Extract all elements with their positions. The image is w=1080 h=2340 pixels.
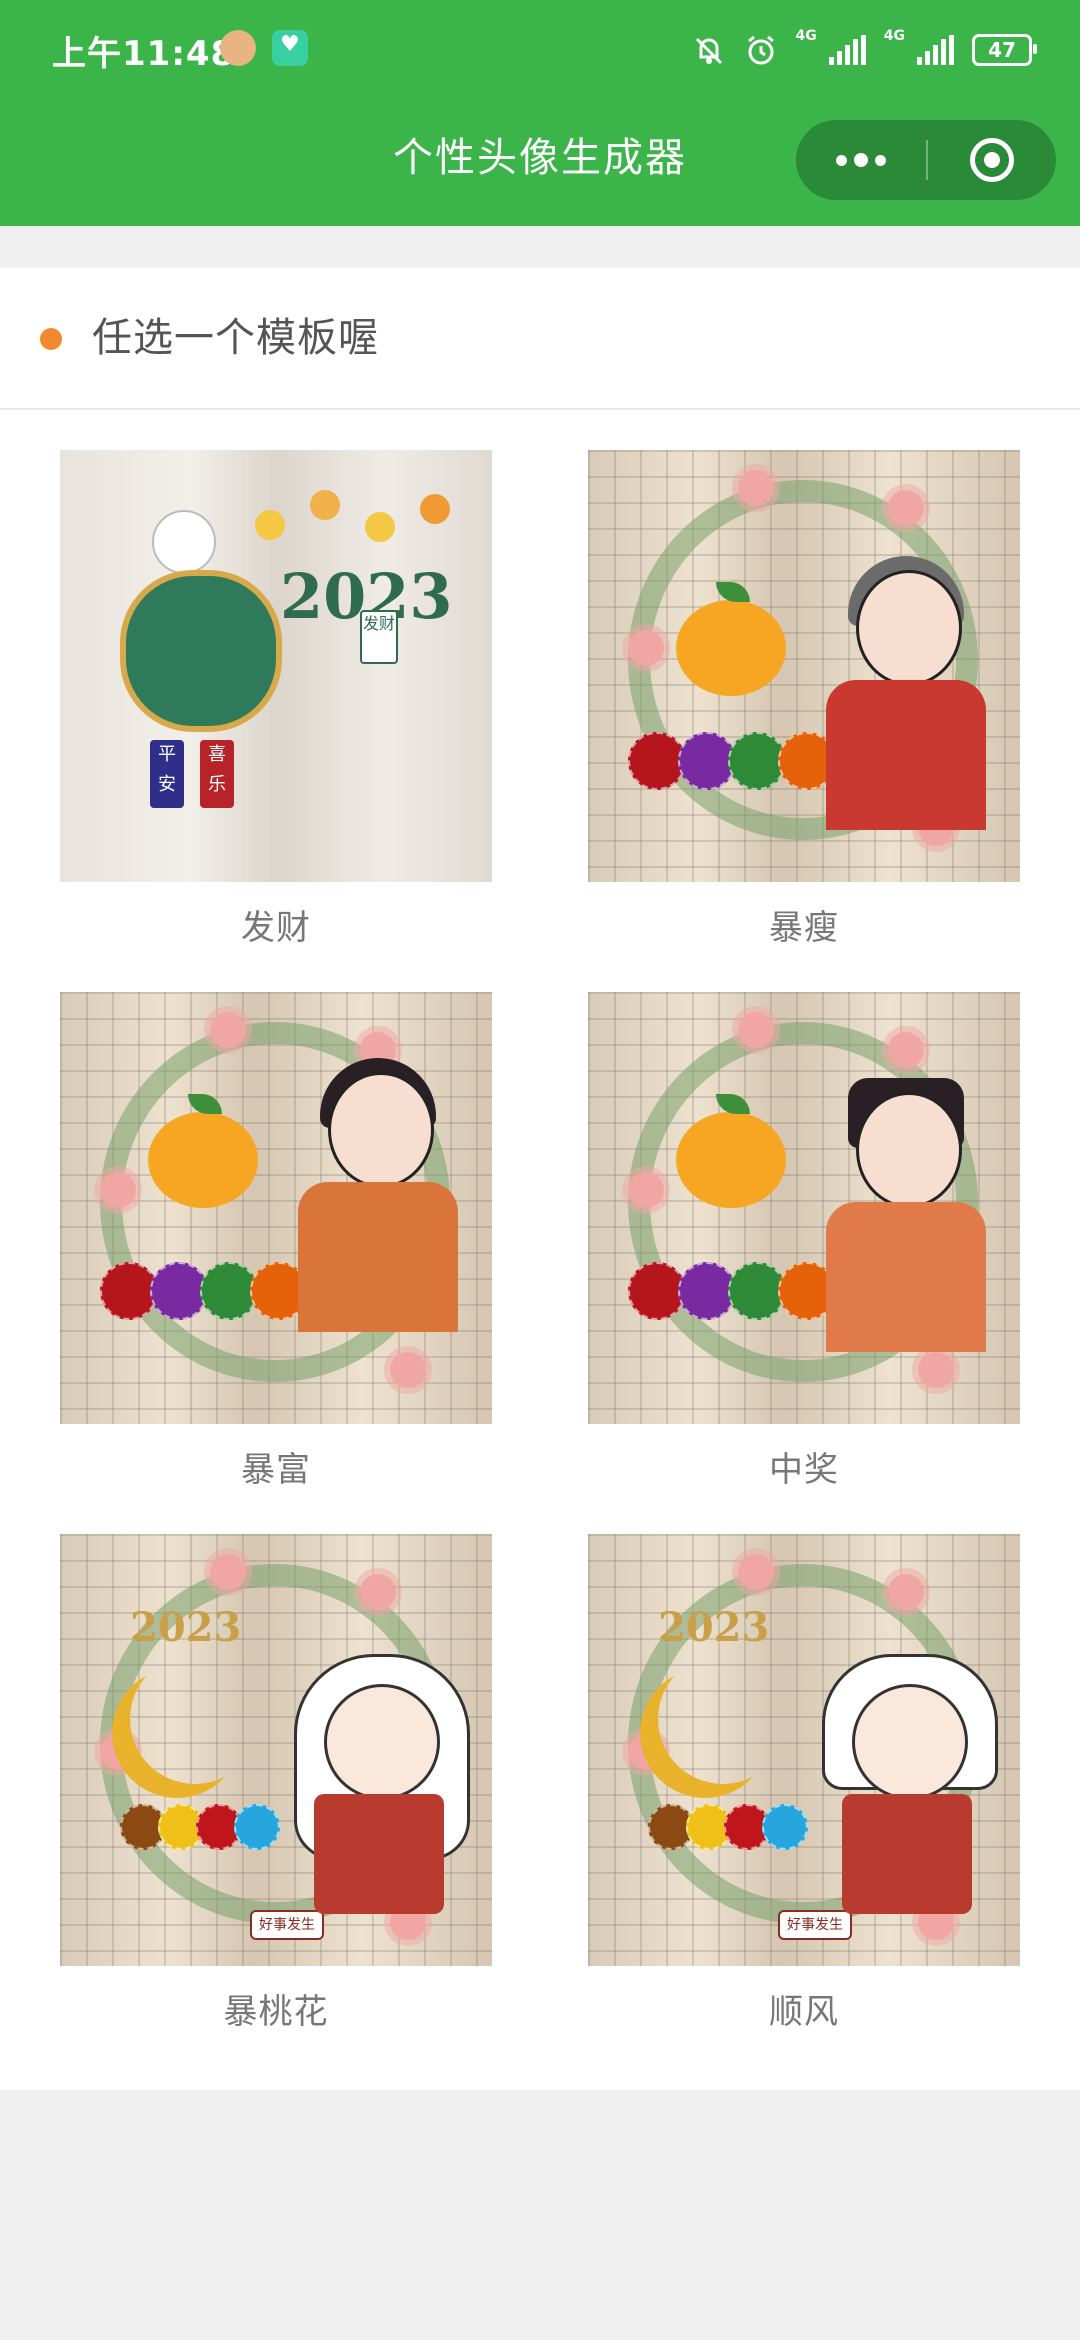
more-dots-icon[interactable]: [796, 120, 926, 200]
network-type-label-2: 4G: [883, 28, 905, 44]
template-thumbnail[interactable]: 2023 平安 喜乐 发财: [60, 450, 492, 882]
template-label: 顺风: [769, 1992, 839, 2032]
tag-xile: 喜乐: [200, 740, 234, 808]
color-balls: [120, 1804, 280, 1850]
status-time: 上午11:48: [52, 34, 236, 74]
badge-haoshi: 好事发生: [250, 1910, 324, 1940]
status-icons: 4G 4G 47: [692, 26, 1037, 74]
close-target-icon[interactable]: [928, 120, 1056, 200]
template-thumbnail[interactable]: [60, 992, 492, 1424]
network-type-label: 4G: [795, 28, 817, 44]
template-thumbnail[interactable]: 2023 好事发生: [60, 1534, 492, 1966]
moon-icon: [658, 1654, 788, 1784]
character-illustration: [274, 1644, 474, 1934]
template-thumbnail[interactable]: 2023 好事发生: [588, 1534, 1020, 1966]
template-item-shunfeng[interactable]: 2023 好事发生 顺风: [588, 1534, 1020, 2033]
template-label: 暴桃花: [223, 1992, 329, 2032]
color-balls: [628, 1262, 836, 1320]
miniprogram-capsule: [796, 120, 1056, 200]
color-balls: [628, 732, 836, 790]
template-label: 发财: [241, 908, 311, 948]
template-card: 任选一个模板喔 2023 平安 喜乐 发财 发财 暴瘦 暴富 中奖 2023 好…: [0, 268, 1080, 2090]
template-label: 暴瘦: [769, 908, 839, 948]
orange-icon: [676, 1094, 786, 1208]
tag-facai: 发财: [360, 610, 398, 664]
template-item-baoshou[interactable]: 暴瘦: [588, 450, 1020, 949]
alarm-clock-icon: [744, 33, 778, 67]
year-text: 2023: [658, 1604, 770, 1651]
battery-icon: 47: [972, 34, 1037, 66]
color-balls: [100, 1262, 308, 1320]
clover-frame: [120, 570, 282, 732]
template-item-zhongjiang[interactable]: 中奖: [588, 992, 1020, 1491]
color-balls: [648, 1804, 808, 1850]
template-item-facai[interactable]: 2023 平安 喜乐 发财 发财: [60, 450, 492, 949]
orange-dot-icon: [40, 328, 62, 350]
status-bar: 上午11:48 4G 4G 47: [0, 0, 1080, 100]
orange-icon: [148, 1094, 258, 1208]
character-illustration: [816, 1078, 996, 1352]
moon-icon: [130, 1654, 260, 1784]
template-label: 暴富: [241, 1450, 311, 1490]
signal-strength-icon-2: [917, 35, 954, 65]
signal-strength-icon: [828, 35, 866, 65]
template-item-baofu[interactable]: 暴富: [60, 992, 492, 1491]
notification-app-icon: [220, 30, 256, 66]
character-illustration: [288, 1058, 468, 1332]
tag-pingan: 平安: [150, 740, 184, 808]
template-label: 中奖: [769, 1450, 839, 1490]
character-illustration: [816, 556, 996, 830]
orange-icon: [676, 582, 786, 696]
top-bar: 上午11:48 4G 4G 47 个性头像生成器: [0, 0, 1080, 226]
badge-haoshi: 好事发生: [778, 1910, 852, 1940]
bunny-icon: [152, 510, 216, 574]
mute-bell-icon: [692, 33, 726, 67]
character-illustration: [802, 1644, 1002, 1934]
year-text: 2023: [130, 1604, 242, 1651]
template-thumbnail[interactable]: [588, 450, 1020, 882]
template-item-baotaohua[interactable]: 2023 好事发生 暴桃花: [60, 1534, 492, 2033]
template-thumbnail[interactable]: [588, 992, 1020, 1424]
section-title: 任选一个模板喔: [92, 315, 379, 361]
notification-heart-app-icon: [272, 30, 308, 66]
section-header: 任选一个模板喔: [0, 268, 1080, 410]
